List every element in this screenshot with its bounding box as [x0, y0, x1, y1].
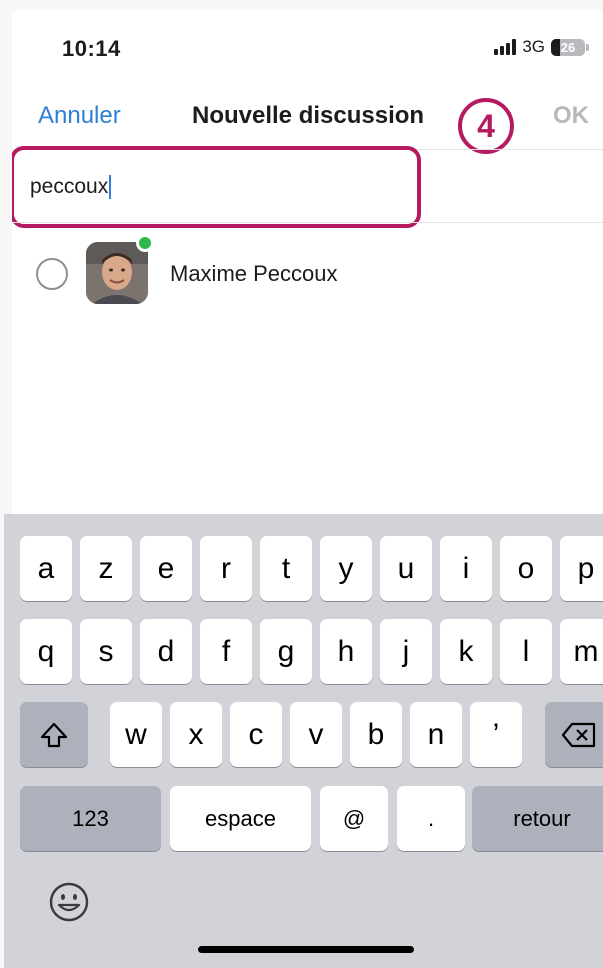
- key-e[interactable]: e: [140, 536, 192, 601]
- key-u[interactable]: u: [380, 536, 432, 601]
- shift-icon: [40, 722, 68, 747]
- ok-button[interactable]: OK: [553, 102, 589, 130]
- key-y[interactable]: y: [320, 536, 372, 601]
- page-title: Nouvelle discussion: [192, 102, 425, 129]
- select-radio[interactable]: [36, 258, 68, 290]
- key-i[interactable]: i: [440, 536, 492, 601]
- key-t[interactable]: t: [260, 536, 312, 601]
- return-key[interactable]: retour: [472, 786, 603, 851]
- contact-name: Maxime Peccoux: [170, 261, 338, 286]
- key-p[interactable]: p: [560, 536, 603, 601]
- avatar-photo: [86, 242, 148, 304]
- key-o[interactable]: o: [500, 536, 552, 601]
- keyboard: azertyuiop qsdfghjklm w x c v b n’ 123 espace…: [4, 514, 603, 968]
- key-k[interactable]: k: [440, 619, 492, 684]
- key-c[interactable]: c: [230, 702, 282, 767]
- key-l[interactable]: l: [500, 619, 552, 684]
- signal-icon: [494, 39, 517, 55]
- step-number-badge: 4: [458, 98, 514, 154]
- home-indicator[interactable]: [198, 946, 414, 953]
- cancel-button[interactable]: Annuler: [38, 102, 121, 130]
- at-key[interactable]: @: [320, 786, 388, 851]
- shift-key[interactable]: [20, 702, 88, 767]
- key-f[interactable]: f: [200, 619, 252, 684]
- key-s[interactable]: s: [80, 619, 132, 684]
- numbers-key[interactable]: 123: [20, 786, 161, 851]
- key-h[interactable]: h: [320, 619, 372, 684]
- key-a[interactable]: a: [20, 536, 72, 601]
- key-m[interactable]: m: [560, 619, 603, 684]
- key-z[interactable]: z: [80, 536, 132, 601]
- divider: [12, 222, 603, 223]
- status-indicators: 3G 26: [494, 37, 589, 57]
- space-key[interactable]: espace: [170, 786, 311, 851]
- key-q[interactable]: q: [20, 619, 72, 684]
- key-apostrophe[interactable]: ’: [470, 702, 522, 767]
- backspace-key[interactable]: [545, 702, 603, 767]
- emoji-icon[interactable]: [48, 881, 90, 923]
- backspace-icon: [561, 722, 596, 747]
- battery-icon: 26: [551, 38, 589, 56]
- key-n[interactable]: n: [410, 702, 462, 767]
- key-d[interactable]: d: [140, 619, 192, 684]
- screenshot-frame: 10:14 3G 26 Annuler Nouvelle discussion …: [0, 0, 603, 968]
- battery-level: 26: [560, 39, 576, 55]
- key-j[interactable]: j: [380, 619, 432, 684]
- key-r[interactable]: r: [200, 536, 252, 601]
- avatar: [86, 242, 148, 304]
- network-type: 3G: [522, 37, 545, 56]
- search-highlight-frame: [12, 146, 421, 228]
- key-b[interactable]: b: [350, 702, 402, 767]
- key-x[interactable]: x: [170, 702, 222, 767]
- key-g[interactable]: g: [260, 619, 312, 684]
- status-time: 10:14: [62, 36, 121, 61]
- key-w[interactable]: w: [110, 702, 162, 767]
- key-v[interactable]: v: [290, 702, 342, 767]
- online-status-dot: [136, 234, 154, 252]
- dot-key[interactable]: .: [397, 786, 465, 851]
